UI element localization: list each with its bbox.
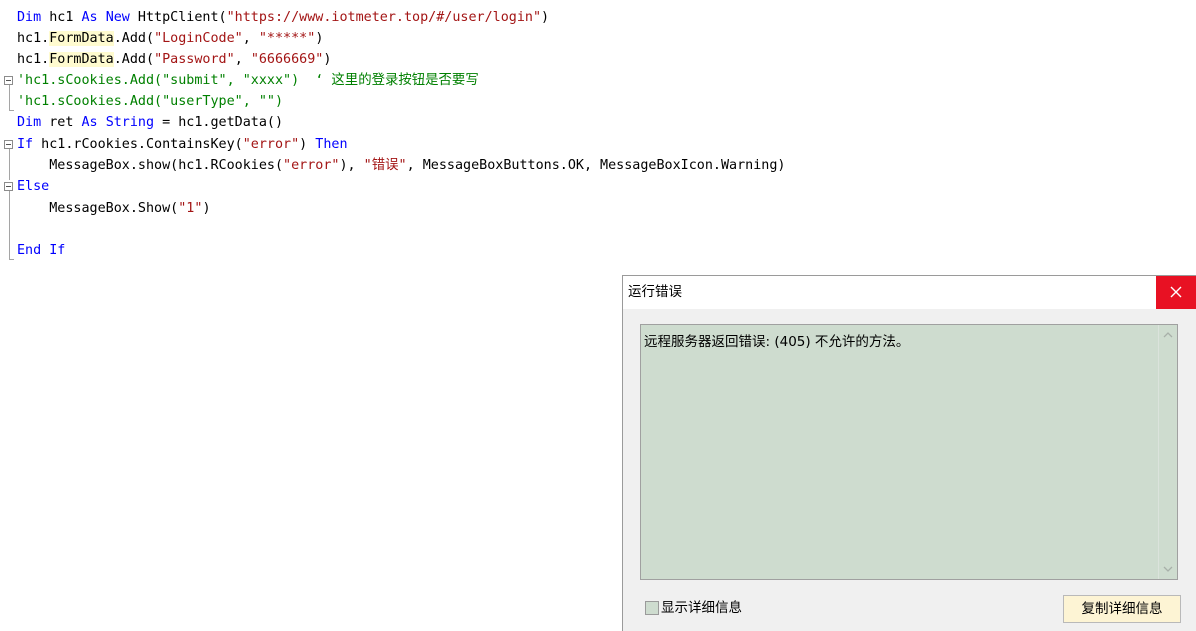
fold-guide-end — [9, 110, 14, 111]
scroll-down-icon[interactable] — [1162, 564, 1174, 574]
code-line-1[interactable]: Dim hc1 As New HttpClient("https://www.i… — [17, 7, 549, 28]
code-text: ret — [41, 115, 82, 130]
code-text: ) — [202, 201, 211, 216]
code-line-7[interactable]: If hc1.rCookies.ContainsKey("error") The… — [17, 134, 348, 155]
code-text: ) — [541, 10, 550, 25]
scroll-up-icon[interactable] — [1162, 330, 1174, 340]
code-line-9[interactable]: Else — [17, 176, 49, 197]
dialog-titlebar[interactable]: 运行错误 — [623, 276, 1196, 309]
fold-guide — [9, 149, 10, 180]
code-text: MessageBox.Show( — [17, 201, 179, 216]
string-literal: "LoginCode" — [154, 31, 243, 46]
code-text: hc1.rCookies.ContainsKey( — [33, 137, 243, 152]
code-line-12[interactable]: End If — [17, 240, 65, 261]
string-literal: "1" — [178, 201, 203, 216]
keyword: New — [105, 10, 130, 25]
highlighted-identifier: FormData — [49, 31, 114, 46]
string-literal: "error" — [283, 158, 340, 173]
string-literal: "Password" — [154, 52, 235, 67]
keyword: End — [17, 243, 42, 258]
close-icon — [1170, 286, 1182, 298]
runtime-error-dialog: 运行错误 远程服务器返回错误: (405) 不允许的方法。 显示详细信息 复制详… — [622, 275, 1196, 631]
keyword: As — [81, 115, 98, 130]
string-literal: "*****" — [258, 31, 316, 46]
close-button[interactable] — [1156, 276, 1196, 309]
code-line-6[interactable]: Dim ret As String = hc1.getData() — [17, 112, 283, 133]
keyword: Else — [17, 179, 50, 194]
show-details-label[interactable]: 显示详细信息 — [661, 598, 742, 618]
fold-guide-end — [9, 259, 14, 260]
string-literal: "https://www.iotmeter.top/#/user/login" — [226, 10, 542, 25]
fold-guide — [9, 85, 10, 111]
code-line-4[interactable]: 'hc1.sCookies.Add("submit", "xxxx") ‘ 这里… — [17, 70, 479, 91]
keyword: String — [105, 115, 155, 130]
error-message-text: 远程服务器返回错误: (405) 不允许的方法。 — [644, 334, 910, 350]
code-text: , MessageBoxButtons.OK, MessageBoxIcon.W… — [406, 158, 786, 173]
code-line-3[interactable]: hc1.FormData.Add("Password", "6666669") — [17, 49, 331, 70]
code-text: ) — [323, 52, 332, 67]
code-text: ) — [299, 137, 316, 152]
fold-toggle-if-block[interactable] — [4, 140, 13, 149]
fold-guide — [9, 191, 10, 259]
code-line-5[interactable]: 'hc1.sCookies.Add("userType", "") — [17, 91, 283, 112]
code-text: hc1 — [41, 10, 82, 25]
dialog-title: 运行错误 — [628, 284, 682, 300]
keyword: As — [81, 10, 98, 25]
code-line-2[interactable]: hc1.FormData.Add("LoginCode", "*****") — [17, 28, 323, 49]
fold-toggle-else-block[interactable] — [4, 182, 13, 191]
code-text: .Add( — [113, 52, 155, 67]
code-text: MessageBox.show(hc1.RCookies( — [17, 158, 284, 173]
keyword: If — [49, 243, 66, 258]
code-text: , — [234, 52, 251, 67]
code-text: hc1. — [17, 52, 50, 67]
comment: 'hc1.sCookies.Add("userType", "") — [17, 94, 284, 109]
comment: 'hc1.sCookies.Add("submit", "xxxx") ‘ 这里… — [17, 73, 479, 88]
string-literal: "error" — [242, 137, 300, 152]
code-text: .Add( — [113, 31, 155, 46]
keyword: If — [17, 137, 34, 152]
error-message-box[interactable]: 远程服务器返回错误: (405) 不允许的方法。 — [640, 324, 1178, 580]
code-text: hc1. — [17, 31, 50, 46]
fold-toggle-comment-block[interactable] — [4, 76, 13, 85]
show-details-checkbox[interactable] — [645, 601, 659, 615]
code-text: , — [242, 31, 259, 46]
code-text: = hc1.getData() — [154, 115, 284, 130]
code-line-8[interactable]: MessageBox.show(hc1.RCookies("error"), "… — [17, 155, 786, 176]
highlighted-identifier: FormData — [49, 52, 114, 67]
keyword: Dim — [17, 115, 42, 130]
vertical-scrollbar[interactable] — [1158, 325, 1177, 579]
code-line-10[interactable]: MessageBox.Show("1") — [17, 198, 211, 219]
keyword: Then — [315, 137, 348, 152]
copy-details-button[interactable]: 复制详细信息 — [1063, 595, 1181, 623]
code-text: ) — [315, 31, 324, 46]
string-literal: "错误" — [363, 158, 407, 173]
code-text: ), — [339, 158, 364, 173]
code-text: HttpClient( — [129, 10, 227, 25]
keyword: Dim — [17, 10, 42, 25]
string-literal: "6666669" — [250, 52, 324, 67]
